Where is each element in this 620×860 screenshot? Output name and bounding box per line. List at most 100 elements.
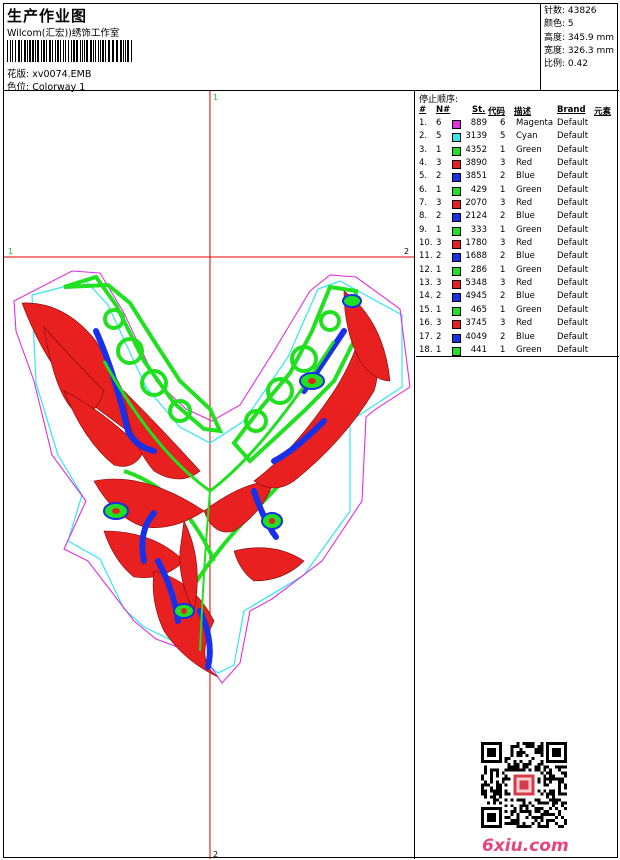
row-index: 10. [419, 238, 433, 249]
row-brand: Default [557, 291, 589, 302]
color-swatch [452, 173, 461, 183]
row-stitches: 889 [470, 118, 487, 128]
guide-marker-top: 1 [213, 93, 218, 102]
row-needle: 1 [436, 224, 442, 235]
row-stitches: 3851 [465, 171, 487, 182]
row-code: 2 [500, 171, 506, 182]
row-stitches: 3139 [465, 131, 487, 142]
row-stitches: 286 [470, 264, 487, 275]
col-desc: 描述 [514, 107, 532, 117]
row-index: 8. [419, 211, 428, 222]
table-row: 7. 3 2070 3 Red Default [416, 198, 619, 211]
row-desc: Magenta [516, 118, 554, 128]
barcode [7, 40, 132, 62]
row-needle: 2 [436, 251, 442, 262]
color-swatch [452, 226, 461, 236]
row-desc: Red [516, 198, 533, 209]
color-swatch [452, 306, 461, 316]
row-desc: Green [516, 264, 542, 275]
color-count: 颜色: 5 [544, 19, 574, 30]
row-index: 1. [419, 118, 428, 128]
table-header: # N# St. 代码 描述 Brand 元素 [416, 105, 619, 117]
row-brand: Default [557, 304, 589, 315]
row-brand: Default [557, 264, 589, 275]
row-index: 12. [419, 264, 433, 275]
col-code: 代码 [488, 107, 506, 117]
row-stitches: 4352 [465, 144, 487, 155]
row-brand: Default [557, 131, 589, 142]
table-row: 18. 1 441 1 Green Default [416, 345, 619, 358]
row-index: 14. [419, 291, 433, 302]
row-needle: 3 [436, 198, 442, 209]
color-swatch [452, 200, 461, 210]
table-row: 5. 2 3851 2 Blue Default [416, 171, 619, 184]
row-index: 15. [419, 304, 433, 315]
row-needle: 3 [436, 158, 442, 169]
row-code: 2 [500, 331, 506, 342]
stitch-count: 针数: 43826 [544, 6, 597, 16]
row-brand: Default [557, 224, 589, 235]
row-needle: 1 [436, 264, 442, 275]
color-swatch [452, 346, 461, 356]
row-stitches: 3745 [465, 318, 487, 329]
row-brand: Default [557, 144, 589, 155]
row-code: 2 [500, 251, 506, 262]
stats-panel: 针数: 43826 颜色: 5 高度: 345.9 mm 宽度: 326.3 m… [542, 4, 619, 91]
row-brand: Default [557, 344, 589, 355]
row-code: 1 [500, 184, 506, 195]
row-desc: Red [516, 278, 533, 289]
row-stitches: 1780 [465, 238, 487, 249]
color-swatch [452, 186, 461, 196]
row-desc: Red [516, 318, 533, 329]
row-brand: Default [557, 118, 589, 128]
guide-marker-left: 1 [8, 247, 13, 256]
row-needle: 2 [436, 171, 442, 182]
color-swatch [452, 213, 461, 223]
row-index: 11. [419, 251, 433, 262]
row-brand: Default [557, 211, 589, 222]
row-needle: 3 [436, 278, 442, 289]
row-index: 4. [419, 158, 428, 169]
row-needle: 1 [436, 344, 442, 355]
row-needle: 2 [436, 211, 442, 222]
table-row: 6. 1 429 1 Green Default [416, 185, 619, 198]
row-stitches: 429 [470, 184, 487, 195]
row-brand: Default [557, 238, 589, 249]
row-index: 7. [419, 198, 428, 209]
row-brand: Default [557, 251, 589, 262]
col-needle: N# [436, 105, 451, 115]
col-element: 元素 [594, 107, 612, 117]
row-desc: Cyan [516, 131, 538, 142]
stop-sequence-table: 停止顺序: # N# St. 代码 描述 Brand 元素 1. 6 889 6 Mag… [416, 91, 619, 357]
row-code: 6 [500, 118, 506, 128]
row-brand: Default [557, 171, 589, 182]
row-code: 2 [500, 291, 506, 302]
table-row: 1. 6 889 6 Magenta Default [416, 118, 619, 131]
col-stitches: St. [472, 105, 486, 115]
table-row: 13. 3 5348 3 Red Default [416, 278, 619, 291]
row-code: 1 [500, 224, 506, 235]
table-row: 2. 5 3139 5 Cyan Default [416, 131, 619, 144]
row-code: 5 [500, 131, 506, 142]
guide-marker-right: 2 [404, 247, 409, 256]
site-watermark: 6xiu.com [482, 836, 569, 856]
table-row: 16. 3 3745 3 Red Default [416, 318, 619, 331]
row-index: 5. [419, 171, 428, 182]
row-stitches: 4049 [465, 331, 487, 342]
row-needle: 2 [436, 291, 442, 302]
col-index: # [419, 105, 427, 115]
company-name: Wilcom(汇宏))绣饰工作室 [7, 28, 120, 39]
row-stitches: 4945 [465, 291, 487, 302]
row-stitches: 5348 [465, 278, 487, 289]
row-needle: 1 [436, 144, 442, 155]
row-stitches: 3890 [465, 158, 487, 169]
row-index: 17. [419, 331, 433, 342]
row-desc: Blue [516, 251, 535, 262]
color-swatch [452, 293, 461, 303]
design-width: 宽度: 326.3 mm [544, 45, 615, 56]
row-code: 1 [500, 344, 506, 355]
row-index: 9. [419, 224, 428, 235]
row-stitches: 465 [470, 304, 487, 315]
color-swatch [452, 280, 461, 290]
row-desc: Green [516, 184, 542, 195]
